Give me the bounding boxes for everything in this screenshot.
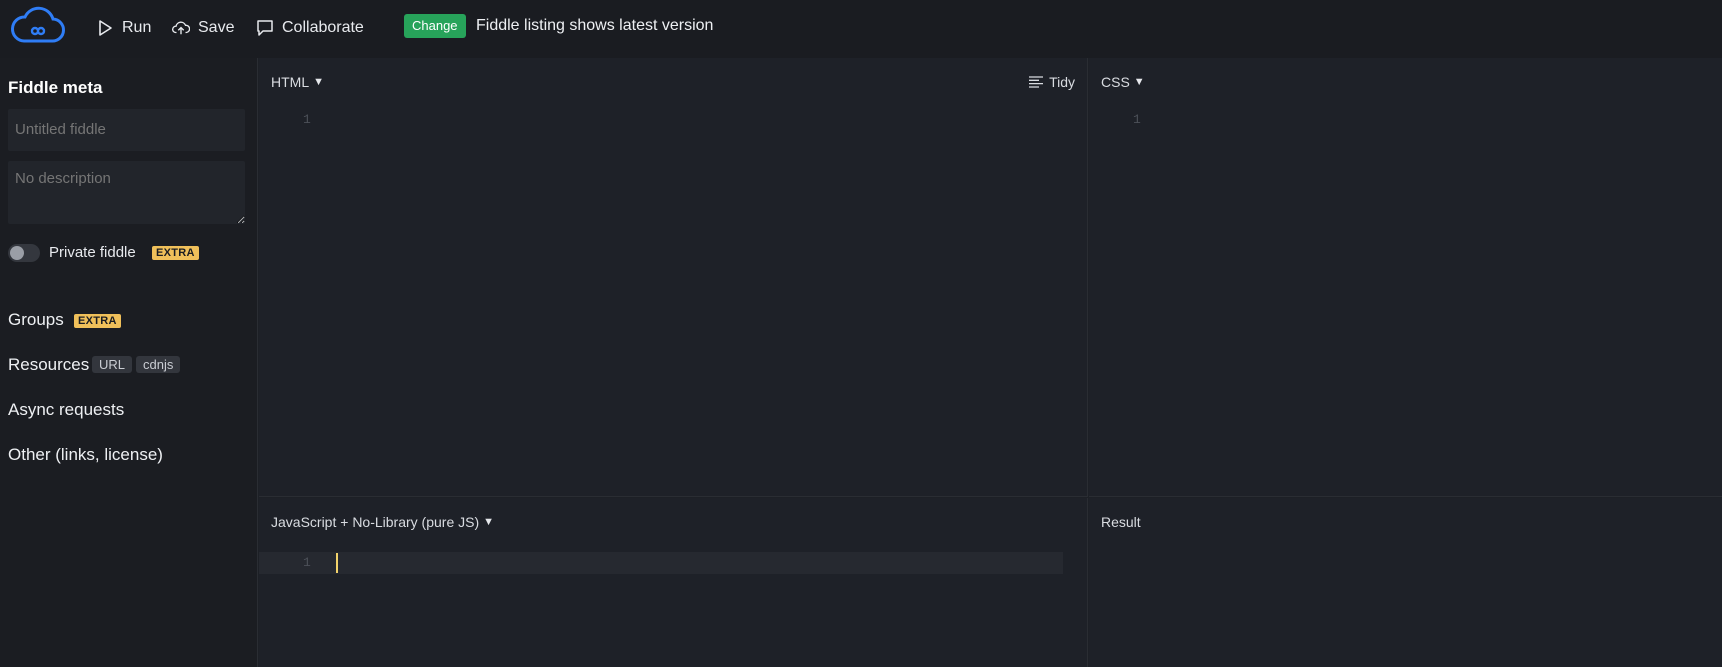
result-label-wrap: Result	[1101, 514, 1141, 530]
align-left-icon	[1029, 76, 1044, 88]
collaborate-label: Collaborate	[282, 19, 364, 36]
css-editor-panel[interactable]: CSS ▼ 1	[1089, 58, 1722, 497]
run-label: Run	[122, 19, 152, 36]
js-language-dropdown[interactable]: JavaScript + No-Library (pure JS) ▼	[271, 514, 494, 530]
fiddle-description-input[interactable]	[8, 161, 245, 224]
caret-down-icon: ▼	[1133, 76, 1145, 88]
fiddle-title-input[interactable]	[8, 109, 245, 151]
tidy-button[interactable]: Tidy	[1029, 74, 1075, 90]
cloud-upload-icon	[172, 21, 190, 35]
line-number: 1	[303, 112, 311, 127]
css-language-dropdown[interactable]: CSS ▼	[1101, 74, 1145, 90]
private-fiddle-toggle[interactable]	[8, 244, 40, 262]
save-label: Save	[198, 19, 235, 36]
line-number: 1	[303, 555, 311, 570]
run-button[interactable]: Run	[96, 16, 151, 40]
caret-down-icon: ▼	[483, 516, 495, 528]
change-notice-text: Fiddle listing shows latest version	[476, 17, 714, 34]
chat-bubble-icon	[257, 20, 273, 36]
html-editor-panel[interactable]: HTML ▼ Tidy 1	[259, 58, 1088, 497]
html-panel-label: HTML	[271, 74, 310, 90]
js-panel-label: JavaScript + No-Library (pure JS)	[271, 514, 480, 530]
css-panel-label: CSS	[1101, 74, 1130, 90]
result-panel-label: Result	[1101, 514, 1141, 530]
text-cursor	[336, 553, 338, 573]
html-language-dropdown[interactable]: HTML ▼	[271, 74, 324, 90]
sidebar-item-async-requests[interactable]: Async requests	[8, 400, 124, 420]
extra-badge: EXTRA	[74, 314, 121, 328]
sidebar-item-other[interactable]: Other (links, license)	[8, 445, 163, 465]
collaborate-button[interactable]: Collaborate	[256, 16, 364, 40]
active-line-highlight	[259, 552, 1063, 574]
extra-badge: EXTRA	[152, 246, 199, 260]
change-badge[interactable]: Change	[404, 14, 466, 38]
js-editor-panel[interactable]: JavaScript + No-Library (pure JS) ▼ 1	[259, 498, 1088, 667]
resources-cdnjs-tag[interactable]: cdnjs	[136, 356, 181, 373]
fiddle-meta-title: Fiddle meta	[8, 78, 103, 97]
result-panel[interactable]: Result	[1089, 498, 1722, 667]
play-icon	[99, 20, 112, 36]
tidy-label: Tidy	[1049, 74, 1075, 90]
save-button[interactable]: Save	[172, 16, 234, 40]
resources-url-tag[interactable]: URL	[92, 356, 133, 373]
caret-down-icon: ▼	[313, 76, 325, 88]
top-bar: Run Save Collaborate Change Fiddle listi…	[0, 0, 1722, 58]
sidebar: Fiddle meta Private fiddle EXTRA Groups …	[0, 58, 258, 667]
line-number: 1	[1133, 112, 1141, 127]
sidebar-item-resources[interactable]: Resources	[8, 355, 89, 375]
jsfiddle-logo-icon[interactable]	[8, 5, 68, 49]
sidebar-item-groups[interactable]: Groups	[8, 310, 64, 330]
private-fiddle-label: Private fiddle	[49, 244, 136, 261]
